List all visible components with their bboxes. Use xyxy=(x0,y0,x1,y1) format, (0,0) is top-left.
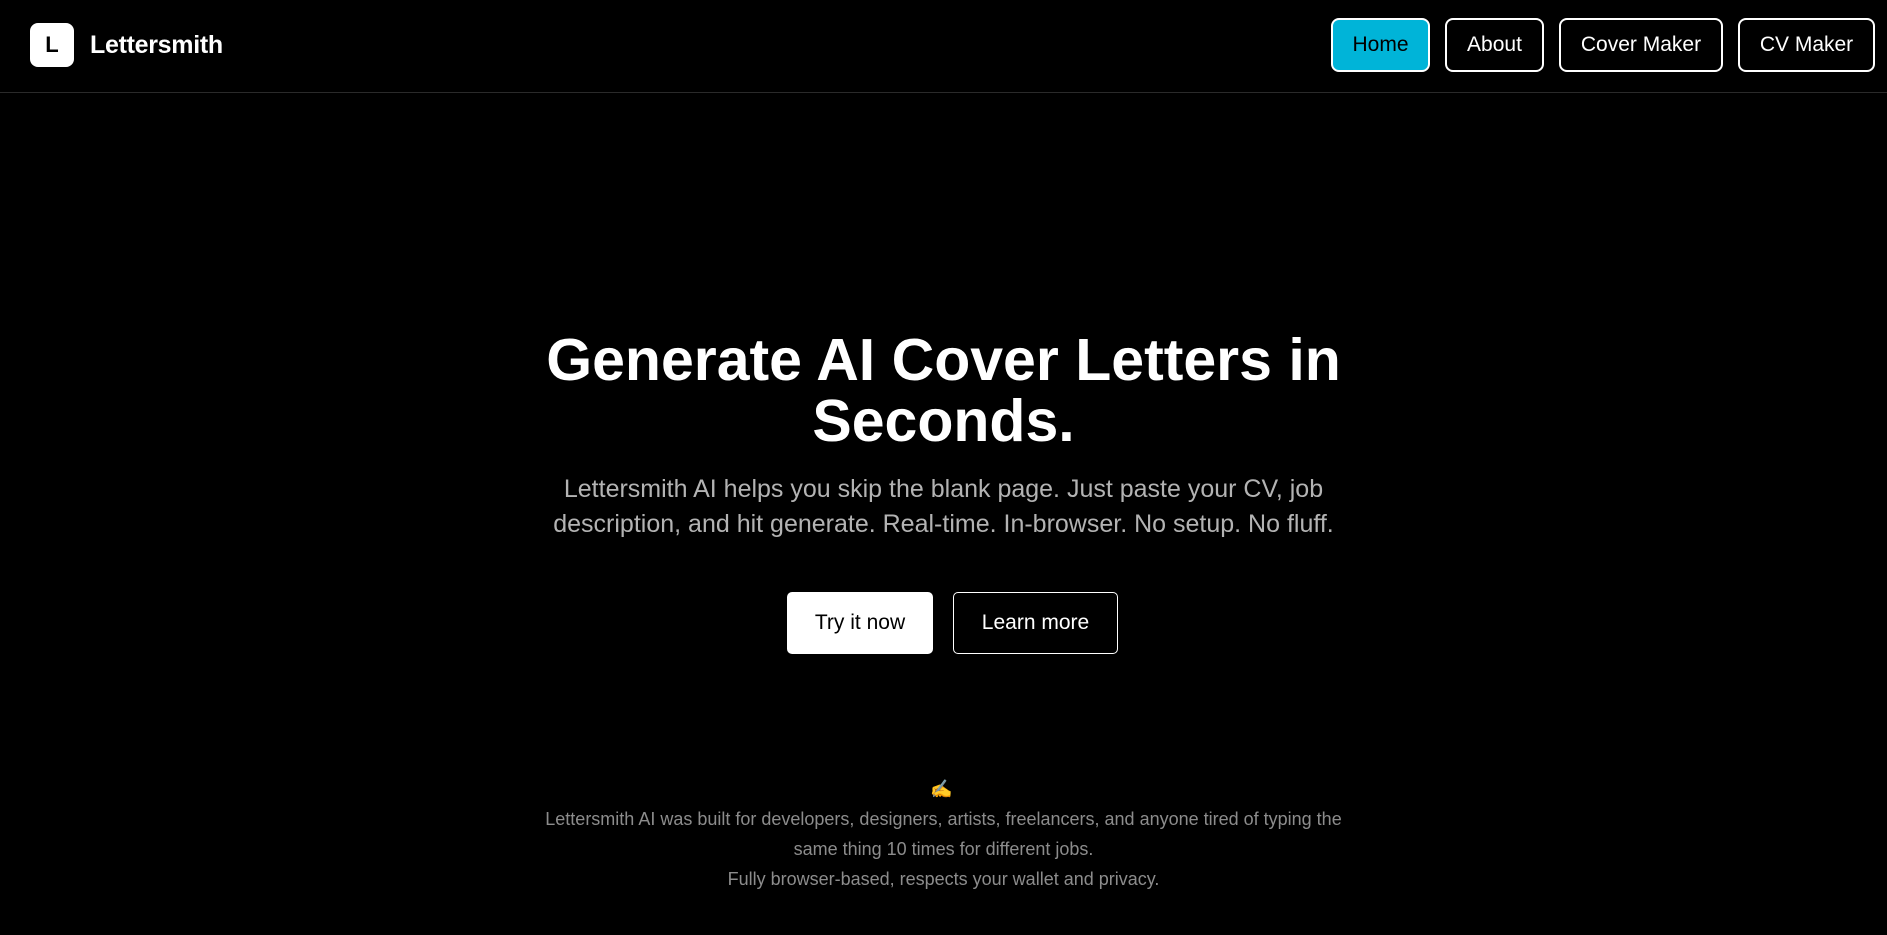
hero-title-line-2: Seconds. xyxy=(812,388,1075,454)
site-header: L Lettersmith Home About Cover Maker CV … xyxy=(0,0,1887,93)
learn-more-button[interactable]: Learn more xyxy=(953,592,1118,654)
nav-about-button[interactable]: About xyxy=(1445,18,1544,72)
hero-subtitle-line-2: description, and hit generate. Real-time… xyxy=(553,510,1334,538)
hero-title-line-1: Generate AI Cover Letters in xyxy=(546,327,1341,393)
hero-title: Generate AI Cover Letters in Seconds. xyxy=(0,330,1887,452)
footer-line-1: ✍ Lettersmith AI was built for developers… xyxy=(0,774,1887,834)
logo-icon: L xyxy=(30,23,74,67)
nav-cv-maker-button[interactable]: CV Maker xyxy=(1738,18,1875,72)
hero-subtitle-line-1: Lettersmith AI helps you skip the blank … xyxy=(563,475,1324,503)
writing-hand-icon: ✍ xyxy=(930,779,953,799)
main-nav: Home About Cover Maker CV Maker xyxy=(1331,18,1875,72)
footer-line-3: Fully browser-based, respects your walle… xyxy=(727,869,1160,889)
footer-line-2: same thing 10 times for different jobs. xyxy=(793,839,1094,859)
brand[interactable]: L Lettersmith xyxy=(30,23,223,67)
cta-row: Try it now Learn more xyxy=(787,592,1118,654)
footer-note: ✍ Lettersmith AI was built for developers… xyxy=(0,774,1887,894)
footer-line-1-text: Lettersmith AI was built for developers,… xyxy=(545,809,1342,829)
hero-subtitle: Lettersmith AI helps you skip the blank … xyxy=(0,472,1887,542)
brand-name: Lettersmith xyxy=(90,30,223,59)
try-it-now-button[interactable]: Try it now xyxy=(787,592,933,654)
nav-cover-maker-button[interactable]: Cover Maker xyxy=(1559,18,1723,72)
nav-home-button[interactable]: Home xyxy=(1331,18,1430,72)
